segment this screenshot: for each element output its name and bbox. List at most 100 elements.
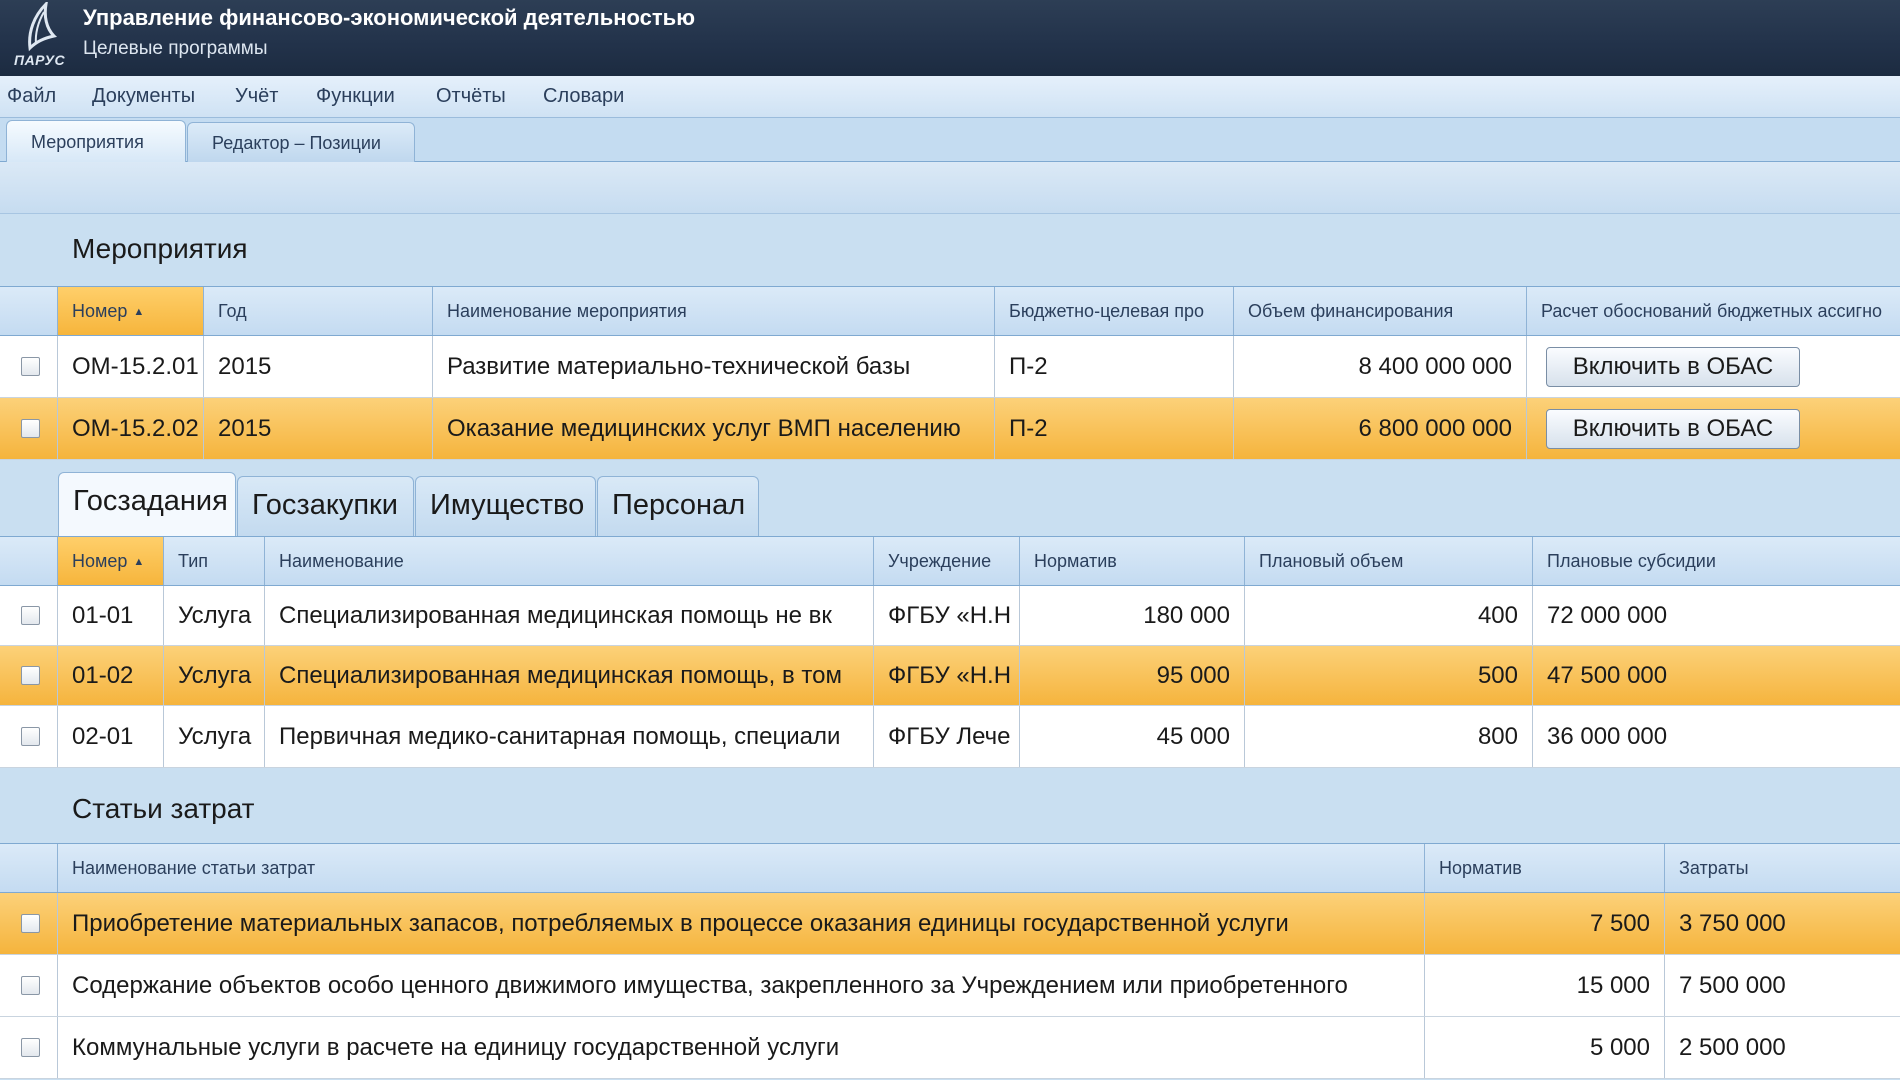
cell-number: ОМ-15.2.02 bbox=[58, 398, 204, 459]
row-checkbox[interactable] bbox=[21, 666, 40, 685]
cell-planned-subsidy: 72 000 000 bbox=[1547, 602, 1668, 629]
menu-documents[interactable]: Документы bbox=[92, 85, 195, 108]
app-subtitle: Целевые программы bbox=[83, 38, 268, 59]
cell-norm: 95 000 bbox=[1020, 646, 1245, 705]
column-header-year[interactable]: Год bbox=[204, 287, 433, 335]
menu-bar: Файл Документы Учёт Функции Отчёты Слова… bbox=[0, 76, 1900, 118]
row-checkbox-cell bbox=[0, 706, 58, 767]
select-column-header bbox=[0, 537, 58, 585]
tab-state-purchases[interactable]: Госзакупки bbox=[237, 476, 414, 536]
column-header-funding[interactable]: Объем финансирования bbox=[1234, 287, 1527, 335]
row-checkbox[interactable] bbox=[21, 727, 40, 746]
select-column-header bbox=[0, 844, 58, 892]
cell-number: 01-02 bbox=[58, 646, 164, 705]
cell-year: 2015 bbox=[204, 398, 433, 459]
column-header-obas[interactable]: Расчет обоснований бюджетных ассигно bbox=[1527, 287, 1900, 335]
menu-reports[interactable]: Отчёты bbox=[436, 85, 506, 108]
select-column-header bbox=[0, 287, 58, 335]
column-header-cost-item[interactable]: Наименование статьи затрат bbox=[58, 844, 1425, 892]
row-checkbox[interactable] bbox=[21, 357, 40, 376]
row-checkbox-cell bbox=[0, 398, 58, 459]
app-title: Управление финансово-экономической деяте… bbox=[83, 5, 695, 30]
row-checkbox-cell bbox=[0, 646, 58, 705]
menu-functions[interactable]: Функции bbox=[316, 85, 395, 108]
cell-planned-subsidy: 47 500 000 bbox=[1547, 662, 1668, 689]
row-checkbox-cell bbox=[0, 893, 58, 954]
column-header-number[interactable]: Номер ▲ bbox=[58, 537, 164, 585]
column-header-institution[interactable]: Учреждение bbox=[874, 537, 1020, 585]
parus-logo: ПАРУС bbox=[10, 2, 72, 72]
tab-state-assignments[interactable]: Госзадания bbox=[58, 472, 236, 536]
cell-event-name: Оказание медицинских услуг ВМП населению bbox=[433, 398, 995, 459]
row-checkbox-cell bbox=[0, 586, 58, 645]
row-checkbox[interactable] bbox=[21, 419, 40, 438]
cell-funding: 6 800 000 000 bbox=[1234, 398, 1527, 459]
menu-dictionaries[interactable]: Словари bbox=[543, 85, 624, 108]
cell-year: 2015 bbox=[204, 336, 433, 397]
column-header-name[interactable]: Наименование bbox=[265, 537, 874, 585]
column-header-number-label: Номер bbox=[72, 301, 128, 321]
cell-program: П-2 bbox=[995, 398, 1234, 459]
column-header-norm[interactable]: Норматив bbox=[1425, 844, 1665, 892]
column-header-type[interactable]: Тип bbox=[164, 537, 265, 585]
cell-program: П-2 bbox=[995, 336, 1234, 397]
tab-property[interactable]: Имущество bbox=[415, 476, 596, 536]
cell-cost-item: Содержание объектов особо ценного движим… bbox=[58, 955, 1425, 1016]
cell-norm: 5 000 bbox=[1425, 1017, 1665, 1078]
include-obas-button[interactable]: Включить в ОБАС bbox=[1546, 347, 1800, 387]
table-row[interactable]: 02-01 Услуга Первичная медико-санитарная… bbox=[0, 706, 1900, 768]
sub-tabs: Госзадания Госзакупки Имущество Персонал bbox=[0, 460, 1900, 536]
cell-planned-volume: 400 bbox=[1245, 586, 1533, 645]
tab-editor-positions[interactable]: Редактор – Позиции bbox=[187, 122, 415, 162]
table-row[interactable]: 01-01 Услуга Специализированная медицинс… bbox=[0, 586, 1900, 646]
column-header-norm[interactable]: Норматив bbox=[1020, 537, 1245, 585]
cell-type: Услуга bbox=[164, 706, 265, 767]
column-header-number[interactable]: Номер ▲ bbox=[58, 287, 204, 335]
cell-name: Первичная медико-санитарная помощь, спец… bbox=[265, 706, 874, 767]
column-header-planned-subsidy[interactable]: Плановые субсидии bbox=[1533, 537, 1900, 585]
row-checkbox[interactable] bbox=[21, 914, 40, 933]
cell-norm: 45 000 bbox=[1020, 706, 1245, 767]
row-checkbox-cell bbox=[0, 336, 58, 397]
row-checkbox[interactable] bbox=[21, 1038, 40, 1057]
toolbar-strip bbox=[0, 162, 1900, 214]
column-header-number-label: Номер bbox=[72, 551, 128, 571]
column-header-event-name[interactable]: Наименование мероприятия bbox=[433, 287, 995, 335]
table-row-selected[interactable]: 01-02 Услуга Специализированная медицинс… bbox=[0, 646, 1900, 706]
table-row-selected[interactable]: ОМ-15.2.02 2015 Оказание медицинских усл… bbox=[0, 398, 1900, 460]
cell-planned-subsidy: 36 000 000 bbox=[1547, 723, 1668, 750]
events-grid-header: Номер ▲ Год Наименование мероприятия Бюдж… bbox=[0, 286, 1900, 336]
sort-ascending-icon: ▲ bbox=[133, 306, 145, 318]
cell-funding: 8 400 000 000 bbox=[1234, 336, 1527, 397]
logo-text: ПАРУС bbox=[14, 52, 66, 68]
row-checkbox[interactable] bbox=[21, 976, 40, 995]
cell-cost-item: Коммунальные услуги в расчете на единицу… bbox=[58, 1017, 1425, 1078]
assignments-grid-header: Номер ▲ Тип Наименование Учреждение Норма… bbox=[0, 536, 1900, 586]
cell-norm: 15 000 bbox=[1425, 955, 1665, 1016]
table-row[interactable]: Содержание объектов особо ценного движим… bbox=[0, 955, 1900, 1017]
tab-events[interactable]: Мероприятия bbox=[6, 120, 186, 162]
table-row-selected[interactable]: Приобретение материальных запасов, потре… bbox=[0, 893, 1900, 955]
costs-section-title: Статьи затрат bbox=[72, 793, 255, 824]
app-header: ПАРУС Управление финансово-экономической… bbox=[0, 0, 1900, 76]
tab-personnel[interactable]: Персонал bbox=[597, 476, 759, 536]
row-checkbox[interactable] bbox=[21, 606, 40, 625]
menu-accounting[interactable]: Учёт bbox=[235, 85, 278, 108]
cell-name: Специализированная медицинская помощь, в… bbox=[265, 646, 874, 705]
column-header-program[interactable]: Бюджетно-целевая про bbox=[995, 287, 1234, 335]
sail-icon bbox=[28, 2, 58, 52]
cell-institution: ФГБУ «Н.Н bbox=[874, 586, 1020, 645]
row-checkbox-cell bbox=[0, 1017, 58, 1078]
cell-norm: 180 000 bbox=[1020, 586, 1245, 645]
column-header-cost[interactable]: Затраты bbox=[1665, 844, 1900, 892]
cell-number: ОМ-15.2.01 bbox=[58, 336, 204, 397]
column-header-planned-volume[interactable]: Плановый объем bbox=[1245, 537, 1533, 585]
include-obas-button[interactable]: Включить в ОБАС bbox=[1546, 409, 1800, 449]
cell-planned-volume: 800 bbox=[1245, 706, 1533, 767]
table-row[interactable]: Коммунальные услуги в расчете на единицу… bbox=[0, 1017, 1900, 1079]
menu-file[interactable]: Файл bbox=[7, 85, 56, 108]
cell-cost-item: Приобретение материальных запасов, потре… bbox=[58, 893, 1425, 954]
cell-norm: 7 500 bbox=[1425, 893, 1665, 954]
cell-type: Услуга bbox=[164, 646, 265, 705]
table-row[interactable]: ОМ-15.2.01 2015 Развитие материально-тех… bbox=[0, 336, 1900, 398]
